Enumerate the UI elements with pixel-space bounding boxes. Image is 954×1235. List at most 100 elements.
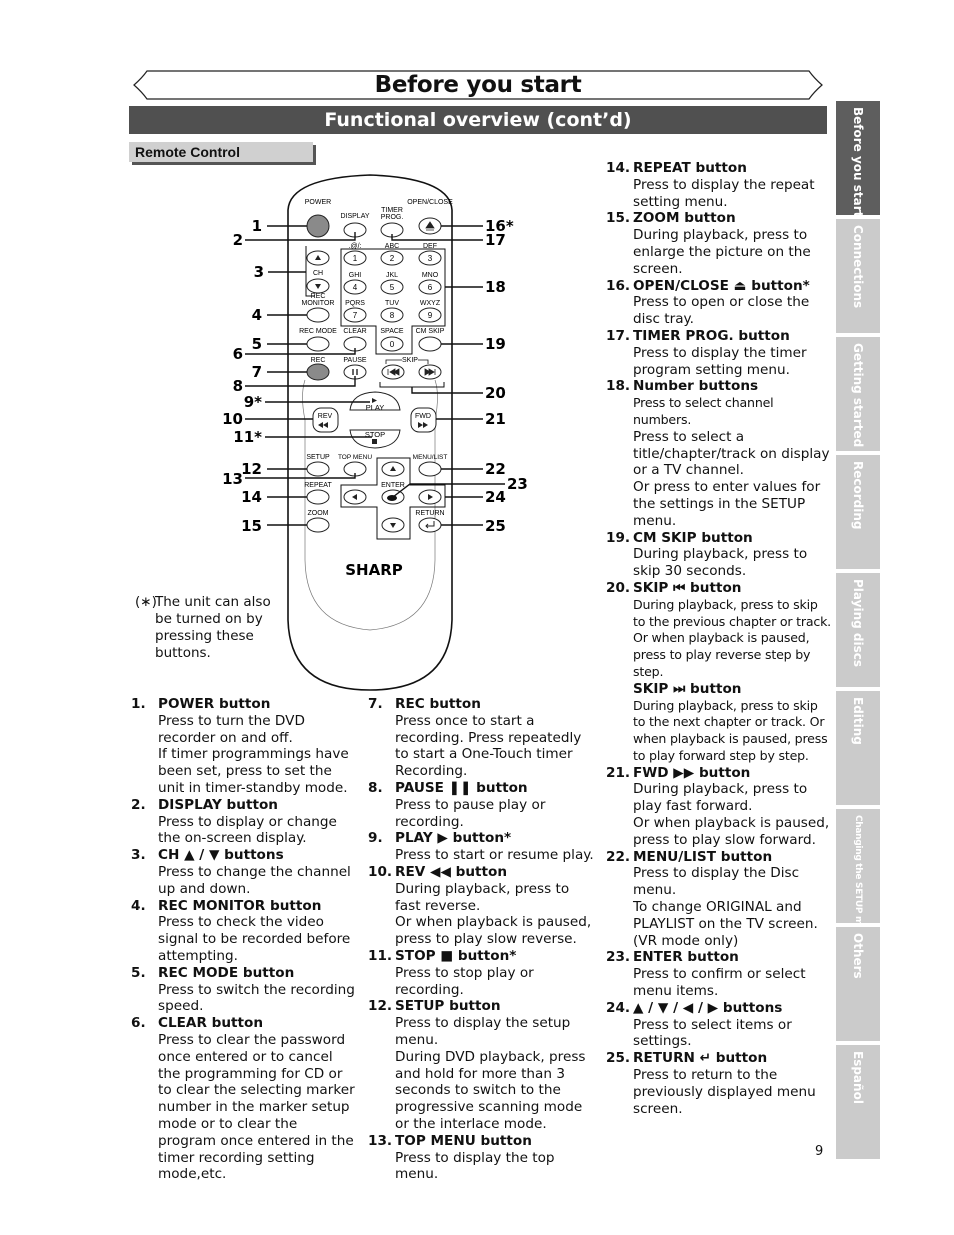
item-description: Press to display the Disc menu. (633, 865, 800, 899)
item-description: During playback, press to skip 30 second… (633, 546, 808, 580)
description-item: 7. REC button Press once to start a record… (368, 696, 598, 780)
item-heading: CLEAR button (158, 1015, 264, 1032)
item-description: Or when playback is paused, press to pla… (395, 914, 592, 948)
item-description: Press to check the video signal to be re… (158, 914, 351, 964)
item-description: During playback, press to enlarge the pi… (633, 227, 811, 277)
item-description: Press to switch the recording speed. (158, 981, 355, 1015)
side-tab-label: Changing the SETUP menu (853, 815, 863, 944)
callout-number: 21 (485, 410, 506, 428)
item-number: 3. (131, 847, 146, 864)
side-tab-changing-setup-menu[interactable]: Changing the SETUP menu (836, 809, 880, 943)
number-button-digit: 2 (390, 254, 395, 263)
number-button-digit: 5 (390, 283, 395, 292)
rec-mode-button[interactable] (306, 336, 330, 352)
footnote-text: The unit can also be turned on by pressi… (155, 594, 271, 661)
item-heading: POWER button (158, 696, 271, 712)
item-heading: REC button (395, 696, 481, 712)
item-number: 8. (368, 779, 383, 796)
item-description: Press to turn the DVD recorder on and of… (158, 712, 305, 746)
item-description: During playback, press to fast reverse. (395, 880, 570, 914)
description-item: 23. ENTER button Press to confirm or selec… (606, 949, 831, 999)
description-item: 12. SETUP button Press to display the setu… (368, 998, 598, 1132)
description-item: 24. ▲ / ▼ / ◀ / ▶ buttons Press to select … (606, 1000, 831, 1050)
description-item: 17. TIMER PROG. button Press to display th… (606, 328, 831, 378)
item-description: Press to start or resume play. (395, 847, 594, 864)
fwd-button[interactable] (410, 407, 437, 433)
item-description: During DVD playback, press and hold for … (395, 1048, 586, 1132)
callout-number: 20 (485, 384, 506, 402)
stop-icon (372, 439, 377, 444)
label-rec-mode: REC MODE (299, 328, 337, 335)
item-number: 20. (606, 579, 631, 596)
description-item: 16. OPEN/CLOSE ⏏ button* Press to open or … (606, 278, 831, 328)
item-number: 4. (131, 897, 146, 914)
item-description: Press to stop play or recording. (395, 964, 534, 998)
keypad-letters-label: DEF (423, 243, 437, 250)
item-heading: STOP ■ button* (395, 947, 517, 964)
menu-list-button[interactable] (418, 461, 442, 477)
item-heading: ▲ / ▼ / ◀ / ▶ buttons (633, 999, 783, 1016)
item-description: Press to display or change the on-screen… (158, 813, 337, 847)
item-number: 25. (606, 1050, 631, 1067)
item-heading: OPEN/CLOSE ⏏ button* (633, 277, 810, 294)
side-tab-others[interactable]: Others (836, 927, 880, 1041)
item-description: Press once to start a recording. Press r… (395, 712, 582, 780)
item-number: 22. (606, 848, 631, 865)
description-item: 3. CH ▲ / ▼ buttons Press to change the ch… (131, 847, 356, 897)
item-number: 10. (368, 863, 393, 880)
zoom-button[interactable] (306, 517, 330, 533)
label-power: POWER (305, 199, 331, 206)
item-number: 13. (368, 1132, 393, 1149)
keypad-letters-label: .@/: (349, 243, 362, 250)
setup-button[interactable] (306, 461, 330, 477)
number-button-digit: 8 (390, 311, 395, 320)
description-item: 2. DISPLAY button Press to display or chan… (131, 797, 356, 847)
callout-number: 5 (252, 335, 262, 353)
rev-button[interactable] (312, 407, 339, 433)
number-button-digit: 0 (390, 340, 395, 349)
item-number: 5. (131, 964, 146, 981)
description-column-1: 1. POWER button Press to turn the DVD reco… (131, 696, 356, 1183)
side-tab-label: Others (851, 933, 865, 979)
return-button[interactable] (418, 517, 442, 533)
description-item: 15. ZOOM button During playback, press to … (606, 210, 831, 277)
footnote: (∗) The unit can also be turned on by pr… (135, 594, 285, 662)
item-number: 14. (606, 160, 631, 176)
number-button-digit: 4 (353, 283, 358, 292)
description-item: 10. REV ◀◀ button During playback, press t… (368, 864, 598, 948)
keypad-letters-label: PQRS (345, 300, 365, 307)
item-heading: TIMER PROG. button (633, 327, 790, 344)
item-subheading: SKIP ⏭ button (633, 680, 742, 697)
label-clear: CLEAR (343, 328, 366, 335)
item-number: 15. (606, 210, 631, 227)
item-description: Press to select a title/chapter/track on… (633, 428, 830, 479)
power-button[interactable] (306, 214, 330, 238)
number-button-digit: 3 (428, 254, 433, 263)
repeat-button[interactable] (306, 489, 330, 505)
cm-skip-button[interactable] (418, 336, 442, 352)
label-menu-list: MENU/LIST (413, 454, 448, 461)
side-tab-editing[interactable]: Editing (836, 691, 880, 805)
rec-monitor-button[interactable] (306, 307, 330, 323)
item-heading: ENTER button (633, 949, 739, 966)
label-pause: PAUSE (343, 357, 367, 364)
label-top-menu: TOP MENU (338, 454, 372, 461)
callout-number: 18 (485, 278, 506, 296)
footnote-mark: (∗) (135, 594, 157, 610)
callout-number: 24 (485, 488, 506, 506)
callout-number: 9* (244, 393, 262, 411)
keypad-letters-label: WXYZ (420, 300, 441, 307)
item-heading: SKIP ⏮ button (633, 579, 742, 596)
label-rec: REC (311, 357, 326, 364)
item-number: 9. (368, 830, 383, 847)
side-tab-espanol[interactable]: Español (836, 1045, 880, 1159)
item-number: 6. (131, 1015, 146, 1032)
item-number: 2. (131, 796, 146, 813)
item-description: Press to display the repeat setting menu… (633, 176, 815, 210)
item-number: 21. (606, 764, 631, 781)
item-heading: CH ▲ / ▼ buttons (158, 847, 284, 864)
label-rec-monitor-1: REC (311, 293, 326, 300)
item-heading: Number buttons (633, 378, 759, 395)
item-description: Or press to enter values for the setting… (633, 479, 821, 529)
rec-button[interactable] (306, 363, 330, 381)
